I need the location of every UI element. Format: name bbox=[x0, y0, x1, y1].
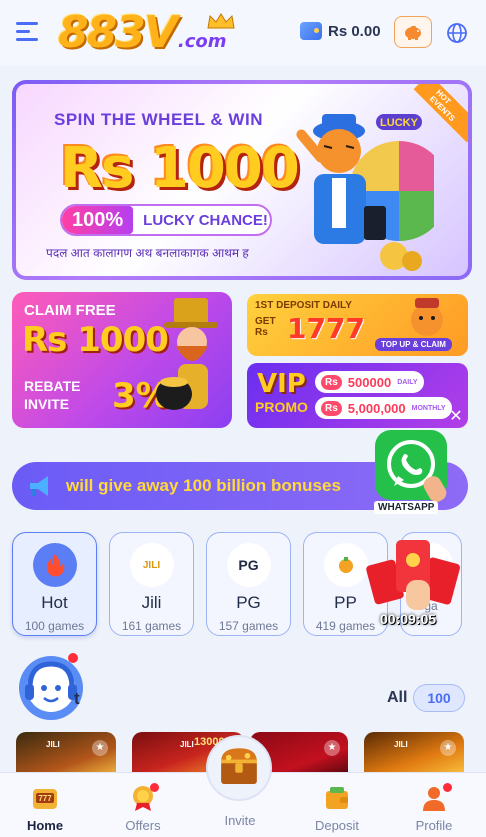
favorite-star-icon[interactable]: ★ bbox=[440, 740, 456, 756]
site-logo[interactable]: 883V .com bbox=[58, 7, 227, 58]
nav-deposit[interactable]: Deposit bbox=[302, 783, 372, 833]
piggy-bank-icon bbox=[405, 26, 421, 40]
promo-rebate-invite: REBATE INVITE bbox=[24, 378, 81, 413]
support-notification-dot bbox=[68, 653, 78, 663]
hot-events-label: HOT EVENTS bbox=[413, 84, 468, 142]
vip-daily-label: DAILY bbox=[397, 378, 418, 386]
nav-label: Home bbox=[26, 818, 64, 833]
vip-daily-rs: Rs bbox=[321, 374, 342, 390]
crown-icon bbox=[207, 13, 235, 29]
first-deposit-title: 1ST DEPOSIT DAILY bbox=[255, 300, 352, 311]
claim-free-promo[interactable]: CLAIM FREE Rs 1000 REBATE INVITE 3% bbox=[12, 292, 232, 428]
nav-offers[interactable]: Offers bbox=[108, 783, 178, 833]
jili-icon: JILI bbox=[129, 543, 174, 587]
home-slot-icon: 777 bbox=[33, 789, 57, 809]
game-provider-tag: JILI bbox=[180, 740, 194, 749]
section-title: t bbox=[74, 689, 80, 708]
customer-support-icon[interactable] bbox=[16, 652, 86, 722]
vip-monthly-label: MONTHLY bbox=[411, 404, 446, 412]
banner-strip-text: पदल आत कालागण अथ बनलाकागक आथम ह bbox=[46, 246, 249, 260]
hot-events-tag: HOT EVENTS bbox=[410, 84, 468, 142]
vip-promo[interactable]: VIP PROMO Rs 500000 DAILY Rs 5,000,000 M… bbox=[247, 363, 468, 428]
category-jili[interactable]: JILI Jili 161 games bbox=[109, 532, 194, 636]
vip-monthly-rs: Rs bbox=[321, 400, 342, 416]
countdown-timer: 00:09:05 bbox=[380, 611, 437, 627]
first-deposit-amount: 1777 bbox=[287, 312, 365, 345]
first-deposit-rs-label: Rs bbox=[255, 327, 268, 338]
vip-monthly-amount: 5,000,000 bbox=[347, 400, 406, 416]
first-deposit-get: GET Rs bbox=[255, 316, 276, 338]
favorite-star-icon[interactable]: ★ bbox=[324, 740, 340, 756]
piggy-bank-button[interactable] bbox=[394, 16, 432, 48]
promo-invite-label: INVITE bbox=[24, 395, 70, 412]
pg-icon-text: PG bbox=[238, 557, 259, 573]
treasure-chest-icon[interactable] bbox=[206, 735, 272, 801]
promo-label: PROMO bbox=[255, 399, 308, 415]
nav-home[interactable]: 777 Home bbox=[10, 783, 80, 833]
promo-claim-amount: Rs 1000 bbox=[22, 320, 169, 360]
all-games-count[interactable]: 100 bbox=[413, 684, 465, 712]
game-provider-tag: JILI bbox=[394, 740, 408, 749]
leprechaun-illustration bbox=[156, 298, 218, 410]
category-name: PP bbox=[334, 593, 357, 612]
spin-wheel-banner[interactable]: SPIN THE WHEEL & WIN Rs 1000 100% LUCKY … bbox=[12, 80, 472, 280]
vip-daily-amount: 500000 bbox=[347, 374, 392, 390]
vip-monthly-row: Rs 5,000,000 MONTHLY bbox=[315, 397, 452, 419]
fire-icon bbox=[32, 543, 77, 587]
banner-lucky-pill: 100% LUCKY CHANCE! bbox=[60, 204, 272, 236]
wallet-icon bbox=[300, 22, 322, 40]
banner-amount: Rs 1000 bbox=[60, 136, 300, 201]
nav-profile[interactable]: Profile bbox=[399, 783, 469, 833]
pp-icon bbox=[323, 543, 368, 587]
menu-icon[interactable] bbox=[16, 22, 40, 44]
vip-daily-row: Rs 500000 DAILY bbox=[315, 371, 424, 393]
nav-invite[interactable]: Invite bbox=[205, 797, 275, 828]
category-name: PG bbox=[236, 593, 261, 612]
banner-pill-percent: 100% bbox=[62, 206, 134, 234]
promo-rebate-label: REBATE bbox=[24, 378, 81, 394]
megaphone-icon bbox=[30, 476, 48, 496]
profile-notification-dot bbox=[443, 783, 452, 792]
logo-sub-text: .com bbox=[177, 31, 227, 52]
game-provider-tag: JILI bbox=[46, 740, 60, 749]
banner-pill-text: LUCKY CHANCE! bbox=[143, 211, 268, 229]
close-icon[interactable]: ✕ bbox=[447, 408, 465, 426]
favorite-star-icon[interactable]: ★ bbox=[92, 740, 108, 756]
svg-text:777: 777 bbox=[38, 794, 52, 803]
first-deposit-promo[interactable]: 1ST DEPOSIT DAILY GET Rs 1777 TOP UP & C… bbox=[247, 294, 468, 356]
pg-icon: PG bbox=[226, 543, 271, 587]
vip-label: VIP bbox=[257, 369, 306, 399]
marquee-text: will give away 100 billion bonuses bbox=[66, 476, 341, 495]
category-pg[interactable]: PG PG 157 games bbox=[206, 532, 291, 636]
nav-label: Profile bbox=[415, 818, 453, 833]
all-games-label[interactable]: All bbox=[387, 689, 407, 707]
globe-icon[interactable] bbox=[446, 22, 468, 44]
banner-title: SPIN THE WHEEL & WIN bbox=[54, 110, 263, 129]
category-name: Jili bbox=[141, 593, 162, 612]
wallet-deposit-icon bbox=[326, 787, 348, 809]
whatsapp-label[interactable]: WHATSAPP bbox=[374, 501, 439, 514]
promo-claim-title: CLAIM FREE bbox=[24, 302, 116, 319]
offers-notification-dot bbox=[150, 783, 159, 792]
category-count: 161 games bbox=[121, 619, 182, 633]
top-header: 883V .com Rs 0.00 bbox=[0, 0, 486, 66]
wallet-balance[interactable]: Rs 0.00 bbox=[300, 22, 381, 40]
balance-amount: Rs 0.00 bbox=[328, 22, 381, 40]
jili-icon-text: JILI bbox=[142, 559, 161, 571]
first-deposit-get-label: GET bbox=[255, 316, 276, 327]
nav-label: Offers bbox=[125, 818, 161, 833]
nav-label: Invite bbox=[224, 813, 256, 828]
category-count: 157 games bbox=[218, 619, 279, 633]
logo-main-text: 883V bbox=[58, 7, 178, 58]
category-hot[interactable]: Hot 100 games bbox=[12, 532, 97, 636]
nav-label: Deposit bbox=[314, 818, 360, 833]
tiger-mini-illustration bbox=[411, 298, 443, 336]
banner-content: SPIN THE WHEEL & WIN Rs 1000 100% LUCKY … bbox=[16, 84, 468, 276]
category-name: Hot bbox=[41, 593, 68, 612]
category-count: 100 games bbox=[24, 619, 85, 633]
